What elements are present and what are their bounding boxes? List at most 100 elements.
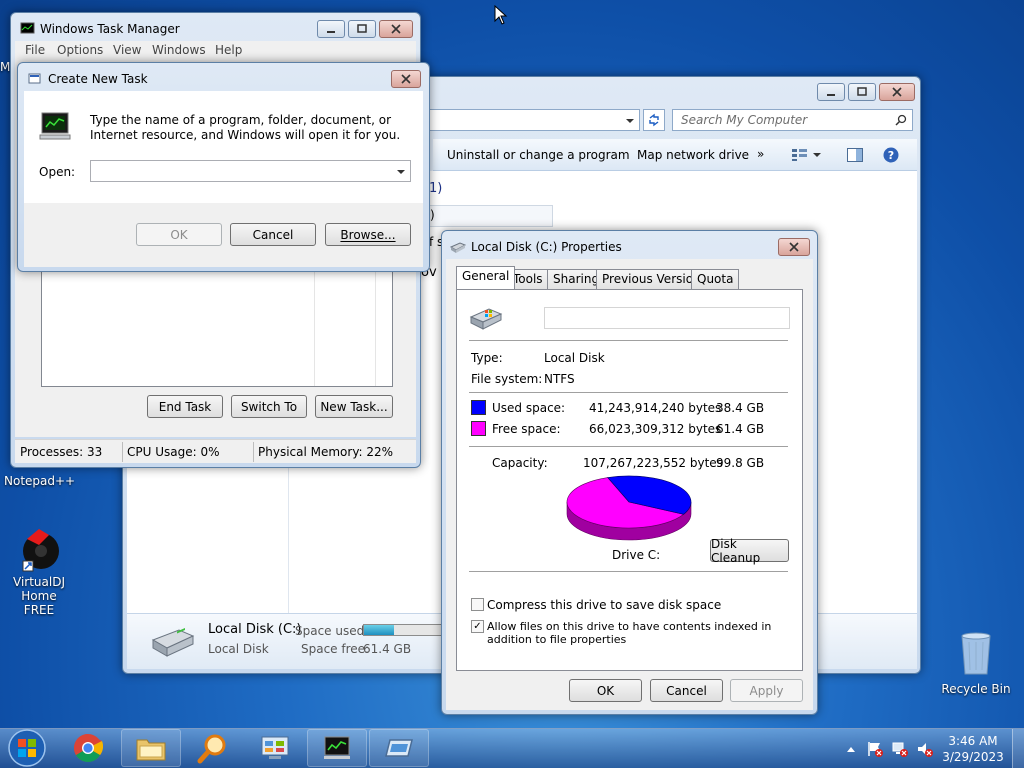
desktop-partial-label: M [0,60,11,74]
drive-large-icon [469,308,503,330]
taskbar-control-panel-button[interactable] [245,729,305,767]
preview-pane-icon[interactable] [847,148,863,162]
taskbar-explorer-button[interactable] [121,729,181,767]
task-list-column-divider-2 [375,270,376,386]
used-space-swatch [471,400,486,415]
task-manager-menubar: File Options View Windows Help [15,41,416,61]
task-manager-icon [324,736,350,759]
toolbar-more-button[interactable]: » [757,147,764,161]
menu-help[interactable]: Help [215,43,242,57]
group-count-fragment: 1) [429,181,443,196]
separator [469,392,788,393]
status-memory: Physical Memory: 22% [258,445,394,459]
index-contents-checkbox[interactable]: ✓ [471,620,484,633]
compress-drive-checkbox[interactable] [471,598,484,611]
type-label: Type: [471,351,503,365]
status-divider-2 [253,442,254,462]
explorer-minimize-button[interactable] [817,83,845,101]
taskbar-run-dialog-button[interactable] [369,729,429,767]
new-task-button[interactable]: New Task... [315,395,393,418]
explorer-close-button[interactable] [879,83,915,101]
properties-apply-button[interactable]: Apply [730,679,803,702]
chevron-down-icon[interactable] [396,167,406,177]
map-network-drive-button[interactable]: Map network drive [637,148,749,162]
properties-dialog: Local Disk (C:) Properties General Tools… [441,230,818,715]
show-hidden-icons-icon[interactable] [846,745,856,753]
capacity-label: Capacity: [492,456,548,470]
menu-windows[interactable]: Windows [152,43,206,57]
details-space-used-label: Space used: [295,624,369,638]
general-tab-page: Type: Local Disk File system: NTFS Used … [456,289,803,671]
create-task-close-button[interactable] [391,70,421,88]
compress-drive-label[interactable]: Compress this drive to save disk space [487,598,721,612]
drive-label-input[interactable] [544,307,790,329]
properties-ok-button[interactable]: OK [569,679,642,702]
recycle-bin-icon [961,632,991,675]
tab-quota[interactable]: Quota [691,269,740,289]
create-task-cancel-button[interactable]: Cancel [230,223,316,246]
menu-options[interactable]: Options [57,43,103,57]
free-space-label: Free space: [492,422,561,436]
task-manager-maximize-button[interactable] [348,20,376,38]
properties-cancel-button[interactable]: Cancel [650,679,723,702]
desktop-icon-virtualdj-label: VirtualDJ Home FREE [13,575,65,617]
disk-usage-pie-chart [566,475,692,541]
explorer-maximize-button[interactable] [848,83,876,101]
index-contents-label[interactable]: Allow files on this drive to have conten… [487,620,792,646]
show-desktop-button[interactable] [1012,729,1024,768]
task-list[interactable] [41,269,393,387]
menu-view[interactable]: View [113,43,141,57]
search-placeholder: Search My Computer [681,113,808,127]
end-task-button[interactable]: End Task [147,395,223,418]
taskbar-clock[interactable]: 3:46 AM 3/29/2023 [940,733,1006,765]
minimize-icon [827,94,835,96]
properties-close-button[interactable] [778,238,810,256]
volume-muted-icon[interactable] [916,740,934,758]
create-task-dialog: Create New Task Type the name of a progr… [17,62,430,272]
type-value: Local Disk [544,351,605,365]
free-space-gb: 61.4 GB [716,422,765,436]
help-icon[interactable]: ? [883,147,899,163]
view-options-icon[interactable] [791,148,821,162]
taskbar-chrome-button[interactable] [58,729,118,767]
used-space-label: Used space: [492,401,566,415]
tab-general[interactable]: General [456,266,516,289]
mouse-cursor-icon [494,5,508,25]
chevron-down-icon [626,119,634,123]
uninstall-program-button[interactable]: Uninstall or change a program [447,148,630,162]
task-manager-close-button[interactable] [379,20,413,38]
close-icon [391,24,401,34]
task-manager-icon [20,22,35,34]
svg-text:?: ? [888,149,894,162]
task-manager-statusbar: Processes: 33 CPU Usage: 0% Physical Mem… [15,439,416,463]
desktop-icon-notepadpp-label: Notepad++ [4,474,76,488]
action-center-flag-icon[interactable] [866,740,884,758]
folder-icon [136,739,166,761]
disk-cleanup-button[interactable]: Disk Cleanup [710,537,789,565]
desktop-icon-virtualdj[interactable]: VirtualDJ Home FREE [4,525,74,617]
task-manager-minimize-button[interactable] [317,20,345,38]
create-task-browse-button[interactable]: Browse... [325,223,411,246]
create-task-ok-button[interactable]: OK [136,223,222,246]
menu-file[interactable]: File [25,43,45,57]
start-button[interactable] [6,729,48,767]
close-icon [789,242,799,252]
close-icon [401,74,411,84]
magnifier-icon [197,734,226,764]
run-program-icon [39,112,71,140]
explorer-refresh-button[interactable] [643,109,665,131]
status-cpu: CPU Usage: 0% [127,445,220,459]
capacity-bytes: 107,267,223,552 bytes [583,456,723,470]
hard-drive-icon [151,627,195,657]
network-icon[interactable] [891,740,909,758]
search-icon [895,114,907,126]
desktop-icon-recycle-bin[interactable]: Recycle Bin [940,630,1012,696]
separator [469,340,788,341]
taskbar-task-manager-button[interactable] [307,729,367,767]
open-combobox[interactable] [90,160,411,182]
switch-to-button[interactable]: Switch To [231,395,307,418]
explorer-search-box[interactable]: Search My Computer [672,109,913,131]
desktop-icon-notepadpp[interactable]: Notepad++ [4,474,76,488]
taskbar-search-button[interactable] [183,729,243,767]
explorer-address-bar[interactable] [423,109,640,131]
